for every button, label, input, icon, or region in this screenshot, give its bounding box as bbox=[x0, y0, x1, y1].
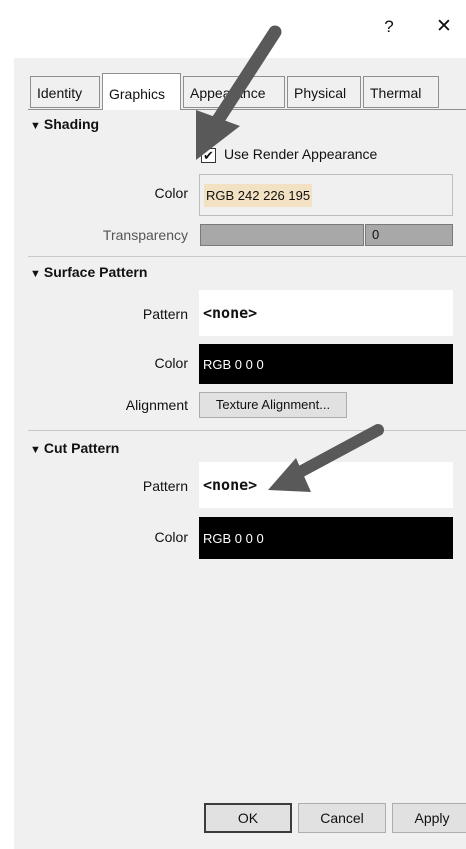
surface-pattern-label: Pattern bbox=[142, 306, 188, 322]
section-separator bbox=[28, 430, 466, 431]
section-surface-pattern-title: Surface Pattern bbox=[43, 264, 148, 280]
collapse-triangle-icon: ▼ bbox=[30, 268, 41, 280]
checkmark-icon: ✔ bbox=[203, 148, 214, 163]
section-cut-pattern-title: Cut Pattern bbox=[43, 440, 120, 456]
shading-color-label: Color bbox=[154, 185, 188, 201]
surface-color-label: Color bbox=[154, 355, 188, 371]
transparency-value[interactable]: 0 bbox=[365, 224, 453, 246]
section-surface-pattern-header[interactable]: ▼ Surface Pattern bbox=[30, 264, 147, 280]
apply-button[interactable]: Apply bbox=[392, 803, 466, 833]
alignment-label: Alignment bbox=[125, 397, 188, 413]
title-bar: ? ✕ bbox=[14, 0, 466, 58]
cut-pattern-field[interactable]: <none> bbox=[199, 462, 453, 508]
shading-color-field[interactable]: RGB 242 226 195 bbox=[199, 174, 453, 216]
tab-identity[interactable]: Identity bbox=[30, 76, 100, 108]
section-shading-header[interactable]: ▼ Shading bbox=[30, 116, 99, 132]
cut-pattern-label: Pattern bbox=[142, 478, 188, 494]
dialog-client-area: Identity Graphics Appearance Physical Th… bbox=[14, 58, 466, 849]
transparency-slider[interactable] bbox=[200, 224, 364, 246]
collapse-triangle-icon: ▼ bbox=[30, 120, 41, 132]
cut-color-label: Color bbox=[154, 529, 188, 545]
transparency-label: Transparency bbox=[102, 227, 188, 243]
surface-color-field[interactable]: RGB 0 0 0 bbox=[199, 344, 453, 384]
properties-dialog: ? ✕ Identity Graphics Appearance Physica… bbox=[14, 0, 466, 849]
surface-pattern-field[interactable]: <none> bbox=[199, 290, 453, 336]
ok-button[interactable]: OK bbox=[204, 803, 292, 833]
tab-thermal[interactable]: Thermal bbox=[363, 76, 439, 108]
tab-physical[interactable]: Physical bbox=[287, 76, 361, 108]
tab-graphics[interactable]: Graphics bbox=[102, 73, 181, 110]
section-separator bbox=[28, 256, 466, 257]
collapse-triangle-icon: ▼ bbox=[30, 444, 41, 456]
help-button[interactable]: ? bbox=[376, 14, 402, 40]
section-cut-pattern-header[interactable]: ▼ Cut Pattern bbox=[30, 440, 119, 456]
section-shading-title: Shading bbox=[43, 116, 100, 132]
use-render-appearance-label: Use Render Appearance bbox=[224, 146, 378, 162]
tab-appearance[interactable]: Appearance bbox=[183, 76, 285, 108]
cancel-button[interactable]: Cancel bbox=[298, 803, 386, 833]
graphics-panel: ▼ Shading ✔ Use Render Appearance Color R… bbox=[28, 110, 466, 788]
texture-alignment-button[interactable]: Texture Alignment... bbox=[199, 392, 347, 418]
shading-color-value: RGB 242 226 195 bbox=[204, 183, 313, 207]
use-render-appearance-checkbox[interactable]: ✔ bbox=[201, 148, 216, 163]
close-button[interactable]: ✕ bbox=[431, 14, 457, 40]
cut-color-field[interactable]: RGB 0 0 0 bbox=[199, 517, 453, 559]
